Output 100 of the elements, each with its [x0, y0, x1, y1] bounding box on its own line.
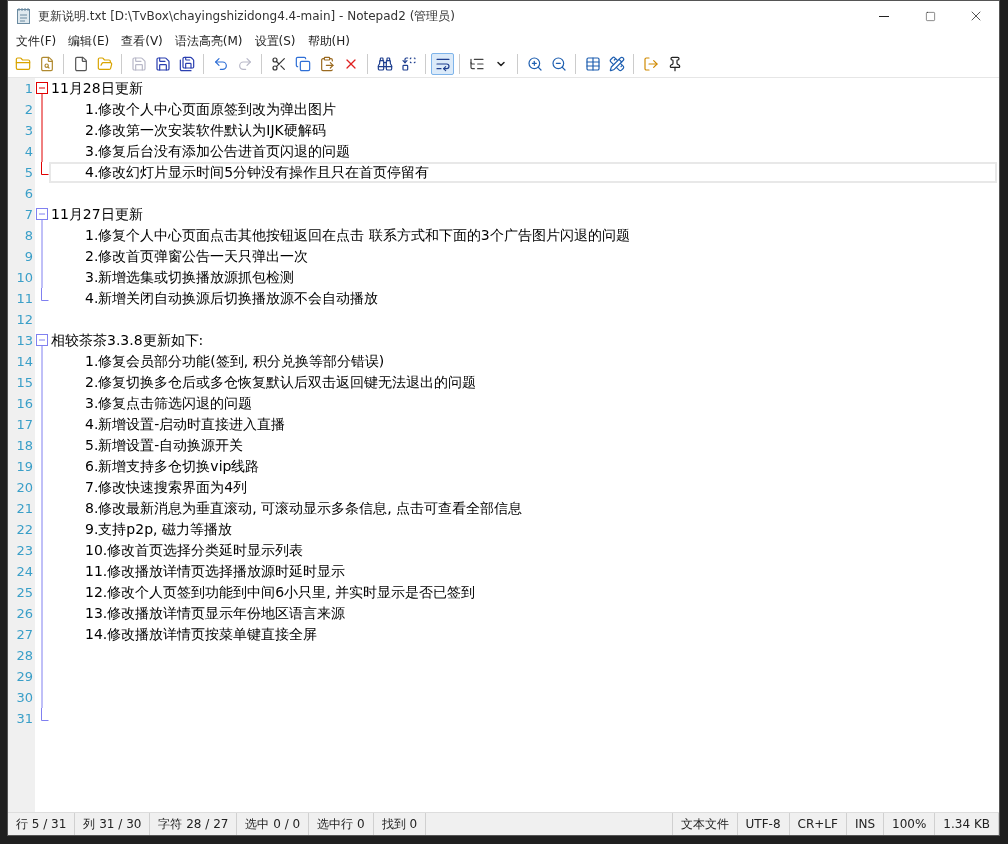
line-number: 3 — [8, 120, 35, 141]
text-line: 11月27日更新 — [51, 205, 143, 224]
status-text: 1.34 KB — [935, 813, 999, 835]
text-line: 2.修改第一次安装软件默认为IJK硬解码 — [84, 121, 326, 140]
text-line: 12.修改个人页签到功能到中间6小只里, 并实时显示是否已签到 — [84, 583, 476, 602]
table-icon — [584, 56, 601, 72]
status-text: 找到 0 — [373, 813, 427, 835]
text-line: 13.修改播放详情页显示年份地区语言来源 — [84, 604, 346, 623]
line-number: 19 — [8, 456, 35, 477]
line-number: 22 — [8, 519, 35, 540]
line-number: 24 — [8, 561, 35, 582]
text-line: 11.修改播放详情页选择播放源时延时显示 — [84, 562, 346, 581]
line-number: 21 — [8, 498, 35, 519]
text-line: 6.新增支持多仓切换vip线路 — [84, 457, 260, 476]
toolbar-button[interactable] — [431, 53, 454, 75]
line-number: 23 — [8, 540, 35, 561]
line-number: 5 — [8, 162, 35, 183]
binoculars-icon — [376, 56, 393, 72]
menu-item[interactable]: 设置(S) — [248, 32, 302, 50]
undo-icon — [212, 56, 229, 72]
line-number: 26 — [8, 603, 35, 624]
text-line: 3.修复点击筛选闪退的问题 — [84, 394, 253, 413]
line-number: 16 — [8, 393, 35, 414]
status-text: CR+LF — [789, 813, 847, 835]
pencil-ruler-icon — [608, 56, 625, 72]
menu-item[interactable]: 编辑(E) — [62, 32, 116, 50]
line-number: 18 — [8, 435, 35, 456]
status-text: UTF-8 — [737, 813, 790, 835]
exit-icon — [642, 56, 659, 72]
text-line: 7.修改快速搜索界面为4列 — [84, 478, 248, 497]
word-wrap-icon — [434, 56, 451, 72]
zoom-out-icon — [550, 56, 567, 72]
file-icon — [72, 56, 89, 72]
minimize-icon — [879, 15, 889, 17]
line-number: 4 — [8, 141, 35, 162]
status-text: 行 5 / 31 — [8, 813, 76, 835]
window-title: 更新说明.txt [D:\TvBox\chayingshizidong4.4-main] - Notepad2 (管理员) — [38, 7, 456, 25]
status-text: 字符 28 / 27 — [150, 813, 238, 835]
status-text: 选中 0 / 0 — [237, 813, 310, 835]
line-number: 20 — [8, 477, 35, 498]
line-number: 2 — [8, 99, 35, 120]
status-text: INS — [846, 813, 885, 835]
line-number: 9 — [8, 246, 35, 267]
text-line: 11月28日更新 — [51, 79, 143, 98]
line-number: 29 — [8, 666, 35, 687]
text-line: 4.修改幻灯片显示时间5分钟没有操作且只在首页停留有 — [84, 163, 430, 182]
line-number: 28 — [8, 645, 35, 666]
paste-icon — [318, 56, 335, 72]
text-line: 5.新增设置-自动换源开关 — [84, 436, 244, 455]
text-line: 2.修改首页弹窗公告一天只弹出一次 — [84, 247, 309, 266]
redo-icon — [236, 56, 253, 72]
text-line: 1.修复个人中心页面点击其他按钮返回在点击 联系方式和下面的3个广告图片闪退的问题 — [84, 226, 630, 245]
list-icon — [468, 56, 485, 72]
open-folder-icon — [96, 56, 113, 72]
text-line: 4.新增设置-启动时直接进入直播 — [84, 415, 286, 434]
text-line: 1.修复会员部分功能(签到, 积分兑换等部分错误) — [84, 352, 385, 371]
text-line: 4.新增关闭自动换源后切换播放源不会自动播放 — [84, 289, 379, 308]
status-text: 100% — [884, 813, 936, 835]
menu-item[interactable]: 语法高亮(M) — [168, 32, 249, 50]
copy-icon — [294, 56, 311, 72]
line-number: 13 — [8, 330, 35, 351]
text-line: 8.修改最新消息为垂直滚动, 可滚动显示多条信息, 点击可查看全部信息 — [84, 499, 523, 518]
file-search-icon — [38, 56, 55, 72]
zoom-in-icon — [526, 56, 543, 72]
text-line: 1.修改个人中心页面原签到改为弹出图片 — [84, 100, 337, 119]
save-icon — [130, 56, 147, 72]
menu-item[interactable]: 文件(F) — [10, 32, 63, 50]
line-number: 25 — [8, 582, 35, 603]
line-number: 10 — [8, 267, 35, 288]
line-number: 8 — [8, 225, 35, 246]
text-line: 9.支持p2p, 磁力等播放 — [84, 520, 232, 539]
line-number: 27 — [8, 624, 35, 645]
status-text: 列 31 / 30 — [75, 813, 151, 835]
notepad-icon — [16, 7, 32, 25]
save-icon — [154, 56, 171, 72]
text-line: 3.新增选集或切换播放源抓包检测 — [84, 268, 295, 287]
text-line: 相较茶茶3.3.8更新如下: — [51, 331, 204, 350]
line-number: 1 — [8, 78, 35, 99]
text-line: 2.修复切换多仓后或多仓恢复默认后双击返回键无法退出的问题 — [84, 373, 477, 392]
folder-icon — [14, 56, 31, 72]
line-number: 31 — [8, 708, 35, 729]
line-number: 17 — [8, 414, 35, 435]
line-number: 12 — [8, 309, 35, 330]
text-line: 14.修改播放详情页按菜单键直接全屏 — [84, 625, 318, 644]
line-number: 30 — [8, 687, 35, 708]
menu-item[interactable]: 查看(V) — [115, 32, 169, 50]
maximize-icon — [924, 10, 936, 22]
line-number: 11 — [8, 288, 35, 309]
line-number: 15 — [8, 372, 35, 393]
replace-icon — [400, 56, 417, 72]
line-number: 6 — [8, 183, 35, 204]
line-number: 14 — [8, 351, 35, 372]
cut-icon — [270, 56, 287, 72]
status-text: 选中行 0 — [309, 813, 374, 835]
text-line: 3.修复后台没有添加公告进首页闪退的问题 — [84, 142, 351, 161]
line-number: 7 — [8, 204, 35, 225]
status-text: 文本文件 — [672, 813, 738, 835]
save-all-icon — [178, 56, 195, 72]
text-line: 10.修改首页选择分类延时显示列表 — [84, 541, 304, 560]
menu-item[interactable]: 帮助(H) — [301, 32, 356, 50]
